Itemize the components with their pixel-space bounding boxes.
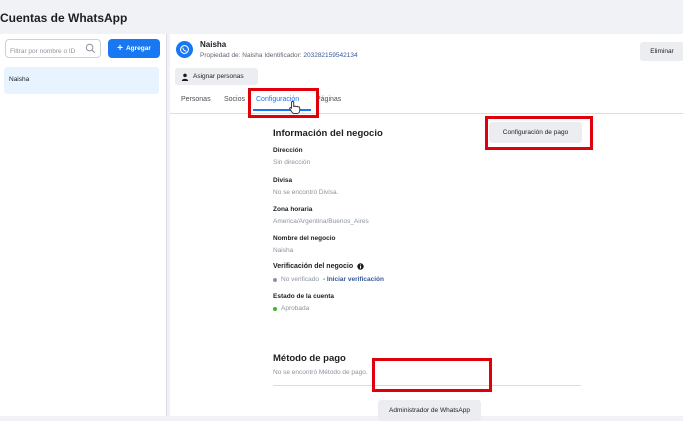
owner-text: Propiedad de: Naisha Identificador: — [200, 52, 302, 59]
assign-people-button[interactable]: Asignar personas — [175, 68, 258, 85]
divider — [273, 385, 581, 386]
filter-field[interactable] — [5, 39, 101, 59]
timezone-label: Zona horaria — [273, 206, 313, 213]
account-status-row: Aprobada — [273, 305, 309, 312]
accounts-sidebar: + Agregar Naisha — [0, 34, 167, 416]
verification-status-row: No verificado - Iniciar verificación — [273, 276, 384, 283]
whatsapp-manager-button[interactable]: Administrador de WhatsApp — [378, 400, 481, 421]
assign-people-label: Asignar personas — [193, 73, 244, 80]
business-name-label: Nombre del negocio — [273, 235, 336, 242]
top-bar: Cuentas de WhatsApp — [0, 0, 683, 36]
add-button-label: Agregar — [125, 45, 151, 52]
settings-content: Información del negocio Configuración de… — [170, 114, 683, 421]
verification-label: Verificación del negocio — [273, 263, 354, 270]
page-title: Cuentas de WhatsApp — [0, 11, 128, 25]
whatsapp-icon — [176, 41, 193, 58]
start-verification-link[interactable]: - Iniciar verificación — [323, 276, 384, 283]
tab-socios[interactable]: Socios — [224, 96, 245, 103]
account-list-item[interactable]: Naisha — [4, 67, 159, 94]
payment-method-title: Método de pago — [273, 353, 346, 364]
account-owner-line: Propiedad de: Naisha Identificador: 2032… — [200, 52, 358, 59]
address-value: Sin dirección — [273, 159, 311, 166]
account-detail-panel: Naisha Propiedad de: Naisha Identificado… — [170, 34, 683, 421]
verification-label-row: Verificación del negocio — [273, 263, 364, 270]
tab-paginas[interactable]: Páginas — [316, 96, 341, 103]
unverified-dot-icon — [273, 277, 277, 282]
currency-value: No se encontró Divisa. — [273, 189, 339, 196]
approved-dot-icon — [273, 306, 277, 311]
account-status-label: Estado de la cuenta — [273, 293, 335, 300]
tab-bar: Personas Socios Configuración Páginas — [170, 88, 683, 115]
address-label: Dirección — [273, 147, 303, 154]
account-header: Naisha Propiedad de: Naisha Identificado… — [170, 34, 683, 115]
payment-config-button[interactable]: Configuración de pago — [489, 122, 582, 143]
delete-button[interactable]: Eliminar — [640, 42, 683, 61]
account-name: Naisha — [200, 40, 227, 49]
hand-cursor-icon — [289, 100, 301, 115]
account-list-item-label: Naisha — [9, 76, 30, 83]
tab-personas[interactable]: Personas — [181, 96, 211, 103]
account-id[interactable]: 203282159542134 — [303, 52, 357, 59]
active-tab-indicator — [253, 109, 311, 111]
currency-label: Divisa — [273, 177, 293, 184]
timezone-value: America/Argentina/Buenos_Aires — [273, 218, 369, 225]
plus-icon: + — [117, 42, 123, 54]
person-icon — [181, 73, 189, 81]
payment-method-value: No se encontró Método de pago. — [273, 369, 368, 376]
verification-status: No verificado — [281, 276, 319, 283]
business-name-value: Naisha — [273, 247, 294, 254]
add-account-button[interactable]: + Agregar — [108, 39, 160, 58]
search-icon — [85, 43, 96, 54]
business-info-title: Información del negocio — [273, 128, 383, 139]
info-icon[interactable] — [357, 263, 364, 270]
account-status-value: Aprobada — [281, 305, 310, 312]
filter-input[interactable] — [6, 43, 88, 59]
